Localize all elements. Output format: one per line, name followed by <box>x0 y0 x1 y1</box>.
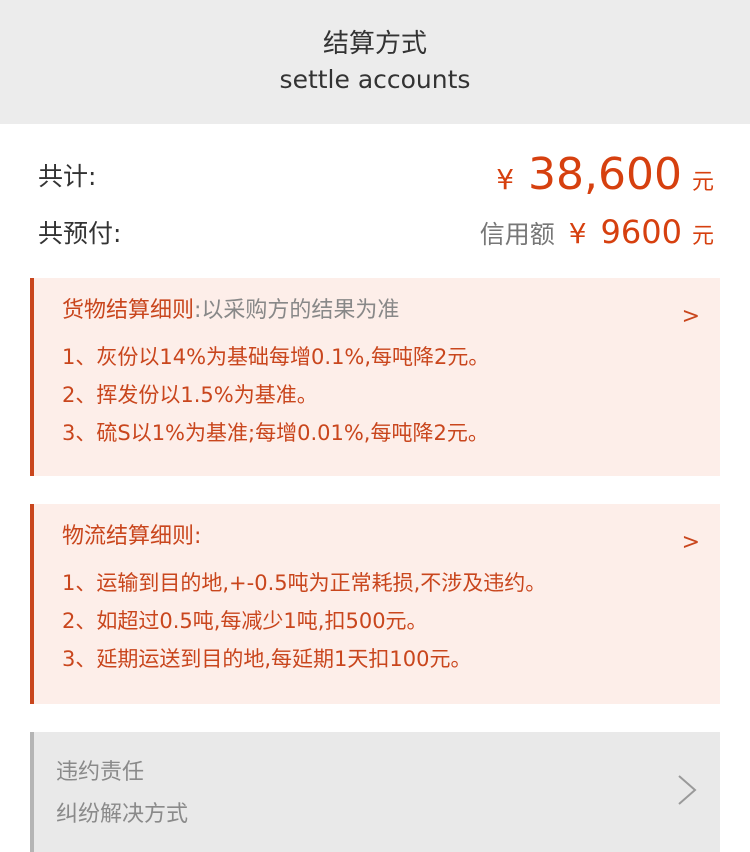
dispute-resolution-item[interactable]: 纠纷解决方式 <box>56 794 720 836</box>
goods-rules-title-suffix: :以采购方的结果为准 <box>194 298 400 323</box>
list-item: 3、延期运送到目的地,每延期1天扣100元。 <box>62 647 472 671</box>
chevron-right-icon[interactable] <box>676 774 698 806</box>
goods-rules-list: 1、灰份以14%为基础每增0.1%,每吨降2元。 2、挥发份以1.5%为基准。 … <box>62 338 720 452</box>
page-header: 结算方式 settle accounts <box>0 0 750 124</box>
prepaid-amount: 9600 <box>600 213 682 251</box>
list-item: 1、灰份以14%为基础每增0.1%,每吨降2元。 <box>62 345 490 369</box>
goods-rules-title-main: 货物结算细则 <box>62 298 195 323</box>
logistics-rules-card[interactable]: 物流结算细则: > 1、运输到目的地,+-0.5吨为正常耗损,不涉及违约。 2、… <box>30 504 720 704</box>
breach-liability-item[interactable]: 违约责任 <box>56 752 720 794</box>
chevron-right-icon[interactable]: > <box>682 530 700 555</box>
totals-section: 共计: ¥ 38,600 元 共预付: 信用额 ¥ 9600 元 <box>0 124 750 260</box>
page-subtitle: settle accounts <box>279 65 471 94</box>
total-amount-group: ¥ 38,600 元 <box>496 150 714 200</box>
prepaid-unit: 元 <box>691 224 714 249</box>
total-amount: 38,600 <box>528 149 682 200</box>
prepaid-label: 共预付: <box>38 219 122 248</box>
total-row: 共计: ¥ 38,600 元 <box>38 150 714 200</box>
logistics-rules-list: 1、运输到目的地,+-0.5吨为正常耗损,不涉及违约。 2、如超过0.5吨,每减… <box>62 564 720 678</box>
terms-card[interactable]: 违约责任 纠纷解决方式 <box>30 732 720 852</box>
list-item: 1、运输到目的地,+-0.5吨为正常耗损,不涉及违约。 <box>62 571 547 595</box>
total-unit: 元 <box>691 170 714 195</box>
prepaid-amount-group: 信用额 ¥ 9600 元 <box>480 213 714 251</box>
list-item: 2、如超过0.5吨,每减少1吨,扣500元。 <box>62 609 428 633</box>
credit-label: 信用额 <box>479 220 555 249</box>
goods-rules-title: 货物结算细则:以采购方的结果为准 <box>62 296 720 326</box>
list-item: 2、挥发份以1.5%为基准。 <box>62 383 318 407</box>
chevron-right-icon[interactable]: > <box>682 304 700 329</box>
prepaid-currency: ¥ <box>568 217 587 250</box>
logistics-rules-title: 物流结算细则: <box>62 524 202 549</box>
total-label: 共计: <box>38 162 97 191</box>
list-item: 3、硫S以1%为基准;每增0.01%,每吨降2元。 <box>62 421 489 445</box>
total-currency: ¥ <box>496 163 515 196</box>
page-title: 结算方式 <box>322 29 427 59</box>
prepaid-row: 共预付: 信用额 ¥ 9600 元 <box>38 204 714 260</box>
goods-rules-card[interactable]: 货物结算细则:以采购方的结果为准 > 1、灰份以14%为基础每增0.1%,每吨降… <box>30 278 720 476</box>
